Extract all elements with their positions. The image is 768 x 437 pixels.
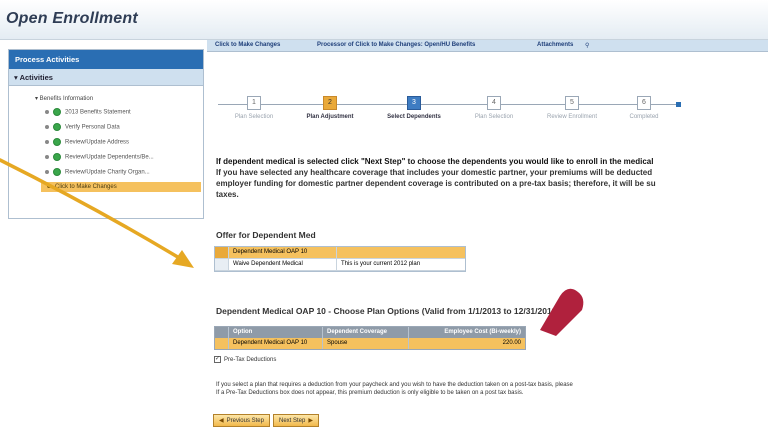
note-line: If you select a plan that requires a ded… <box>216 382 573 388</box>
pretax-checkbox[interactable]: ✓ <box>214 356 221 363</box>
step-label: Review Enrollment <box>546 114 598 120</box>
sidebar-item-label: Verify Personal Data <box>65 124 120 131</box>
attachments-link[interactable]: Attachments <box>537 42 573 48</box>
row-selector[interactable] <box>215 259 229 270</box>
sidebar-item-make-changes[interactable]: Click to Make Changes <box>41 182 201 192</box>
bullet-icon <box>47 184 51 189</box>
bullet-icon <box>45 125 49 129</box>
pretax-option[interactable]: ✓ Pre-Tax Deductions <box>214 356 768 363</box>
offer-section: Offer for Dependent Med Dependent Medica… <box>214 228 466 272</box>
sidebar-item-personal-data[interactable]: Verify Personal Data <box>45 123 120 131</box>
roadmap-step-5[interactable]: 5 Review Enrollment <box>532 96 612 120</box>
offer-plan-name: Waive Dependent Medical <box>229 259 337 270</box>
step-number: 3 <box>407 96 421 110</box>
column-header: Option <box>229 327 323 338</box>
step-label: Completed <box>629 114 659 120</box>
sidebar-item-dependents[interactable]: Review/Update Dependents/Be... <box>45 153 154 161</box>
sidebar-item-benefits-statement[interactable]: 2013 Benefits Statement <box>45 108 131 116</box>
cost-cell: 220.00 <box>502 340 521 346</box>
sidebar-item-label: Review/Update Dependents/Be... <box>65 154 154 161</box>
step-number: 6 <box>637 96 651 110</box>
plan-options-section: Dependent Medical OAP 10 - Choose Plan O… <box>214 304 768 363</box>
complete-status-icon <box>53 153 61 161</box>
offer-table: Dependent Medical OAP 10 Waive Dependent… <box>214 246 466 272</box>
instruction-line: If you have selected any healthcare cove… <box>216 168 653 177</box>
sidebar-item-label: Review/Update Charity Organ... <box>65 169 150 176</box>
title-bar: Open Enrollment <box>0 0 768 40</box>
instruction-line: employer funding for domestic partner de… <box>216 179 656 188</box>
complete-status-icon <box>53 168 61 176</box>
roadmap-end-marker <box>676 102 681 107</box>
table-row[interactable]: Dependent Medical OAP 10 Spouse 220.00 <box>215 338 525 349</box>
tree-root[interactable]: ▾ Benefits Information <box>35 95 93 102</box>
bullet-icon <box>45 155 49 159</box>
panel-header: Process Activities <box>9 50 203 69</box>
step-number: 2 <box>323 96 337 110</box>
previous-step-label: Previous Step <box>226 417 264 424</box>
pretax-label: Pre-Tax Deductions <box>224 356 277 363</box>
sidebar-item-charity[interactable]: Review/Update Charity Organ... <box>45 168 150 176</box>
process-toolbar: Click to Make Changes Processor of Click… <box>207 40 768 52</box>
step-number: 1 <box>247 96 261 110</box>
paperclip-icon[interactable]: ⚲ <box>585 42 589 49</box>
header-selector <box>215 327 229 338</box>
step-number: 5 <box>565 96 579 110</box>
next-step-button[interactable]: Next Step ▶ <box>272 414 319 427</box>
instruction-line: taxes. <box>216 190 239 199</box>
note-line: If a Pre-Tax Deductions box does not app… <box>216 390 524 396</box>
bullet-icon <box>45 140 49 144</box>
next-step-label: Next Step <box>278 417 306 424</box>
step-number: 4 <box>487 96 501 110</box>
coverage-cell: Spouse <box>323 338 409 349</box>
bullet-icon <box>45 110 49 114</box>
row-selector[interactable] <box>215 247 229 258</box>
app-title: Open Enrollment <box>6 10 138 27</box>
table-header: Option Dependent Coverage Employee Cost … <box>215 327 525 338</box>
deduction-note: If you select a plan that requires a ded… <box>216 381 768 397</box>
instruction-line: If dependent medical is selected click "… <box>216 157 654 166</box>
sidebar-item-label: Click to Make Changes <box>55 184 117 190</box>
table-row[interactable]: Dependent Medical OAP 10 <box>215 247 465 259</box>
process-activities-panel: Process Activities ▾ Activities ▾ Benefi… <box>8 49 204 219</box>
step-buttons: ◀ Previous Step Next Step ▶ <box>213 414 319 427</box>
step-label: Plan Selection <box>474 114 514 120</box>
offer-plan-note <box>337 247 465 258</box>
plan-options-title: Dependent Medical OAP 10 - Choose Plan O… <box>216 306 560 316</box>
row-selector[interactable] <box>215 338 229 349</box>
plan-option-cell: Dependent Medical OAP 10 <box>229 338 323 349</box>
table-row[interactable]: Waive Dependent Medical This is your cur… <box>215 259 465 271</box>
column-header: Dependent Coverage <box>323 327 409 338</box>
step-label: Plan Selection <box>234 114 274 120</box>
sidebar-item-address[interactable]: Review/Update Address <box>45 138 129 146</box>
activities-toggle[interactable]: ▾ Activities <box>9 69 203 86</box>
right-arrow-icon: ▶ <box>308 418 313 424</box>
plan-options-table: Option Dependent Coverage Employee Cost … <box>214 326 526 350</box>
complete-status-icon <box>53 138 61 146</box>
offer-plan-name: Dependent Medical OAP 10 <box>229 247 337 258</box>
offer-plan-note: This is your current 2012 plan <box>341 261 421 267</box>
roadmap-step-3[interactable]: 3 Select Dependents <box>374 96 454 120</box>
make-changes-link[interactable]: Click to Make Changes <box>215 42 280 48</box>
previous-step-button[interactable]: ◀ Previous Step <box>213 414 270 427</box>
step-label: Select Dependents <box>387 114 441 120</box>
roadmap-step-4[interactable]: 4 Plan Selection <box>454 96 534 120</box>
instructions: If dependent medical is selected click "… <box>216 156 768 200</box>
roadmap: 1 Plan Selection 2 Plan Adjustment 3 Sel… <box>214 96 684 131</box>
roadmap-step-6[interactable]: 6 Completed <box>604 96 684 120</box>
offer-title: Offer for Dependent Med <box>216 230 316 240</box>
sidebar-item-label: 2013 Benefits Statement <box>65 109 131 116</box>
roadmap-step-1[interactable]: 1 Plan Selection <box>214 96 294 120</box>
complete-status-icon <box>53 108 61 116</box>
sidebar-item-label: Review/Update Address <box>65 139 130 146</box>
processor-text: Processor of Click to Make Changes: Open… <box>317 42 476 48</box>
complete-status-icon <box>53 123 61 131</box>
left-arrow-icon: ◀ <box>219 418 224 424</box>
bullet-icon <box>45 170 49 174</box>
roadmap-step-2[interactable]: 2 Plan Adjustment <box>290 96 370 120</box>
step-label: Plan Adjustment <box>306 114 354 120</box>
column-header: Employee Cost (Bi-weekly) <box>444 329 521 335</box>
